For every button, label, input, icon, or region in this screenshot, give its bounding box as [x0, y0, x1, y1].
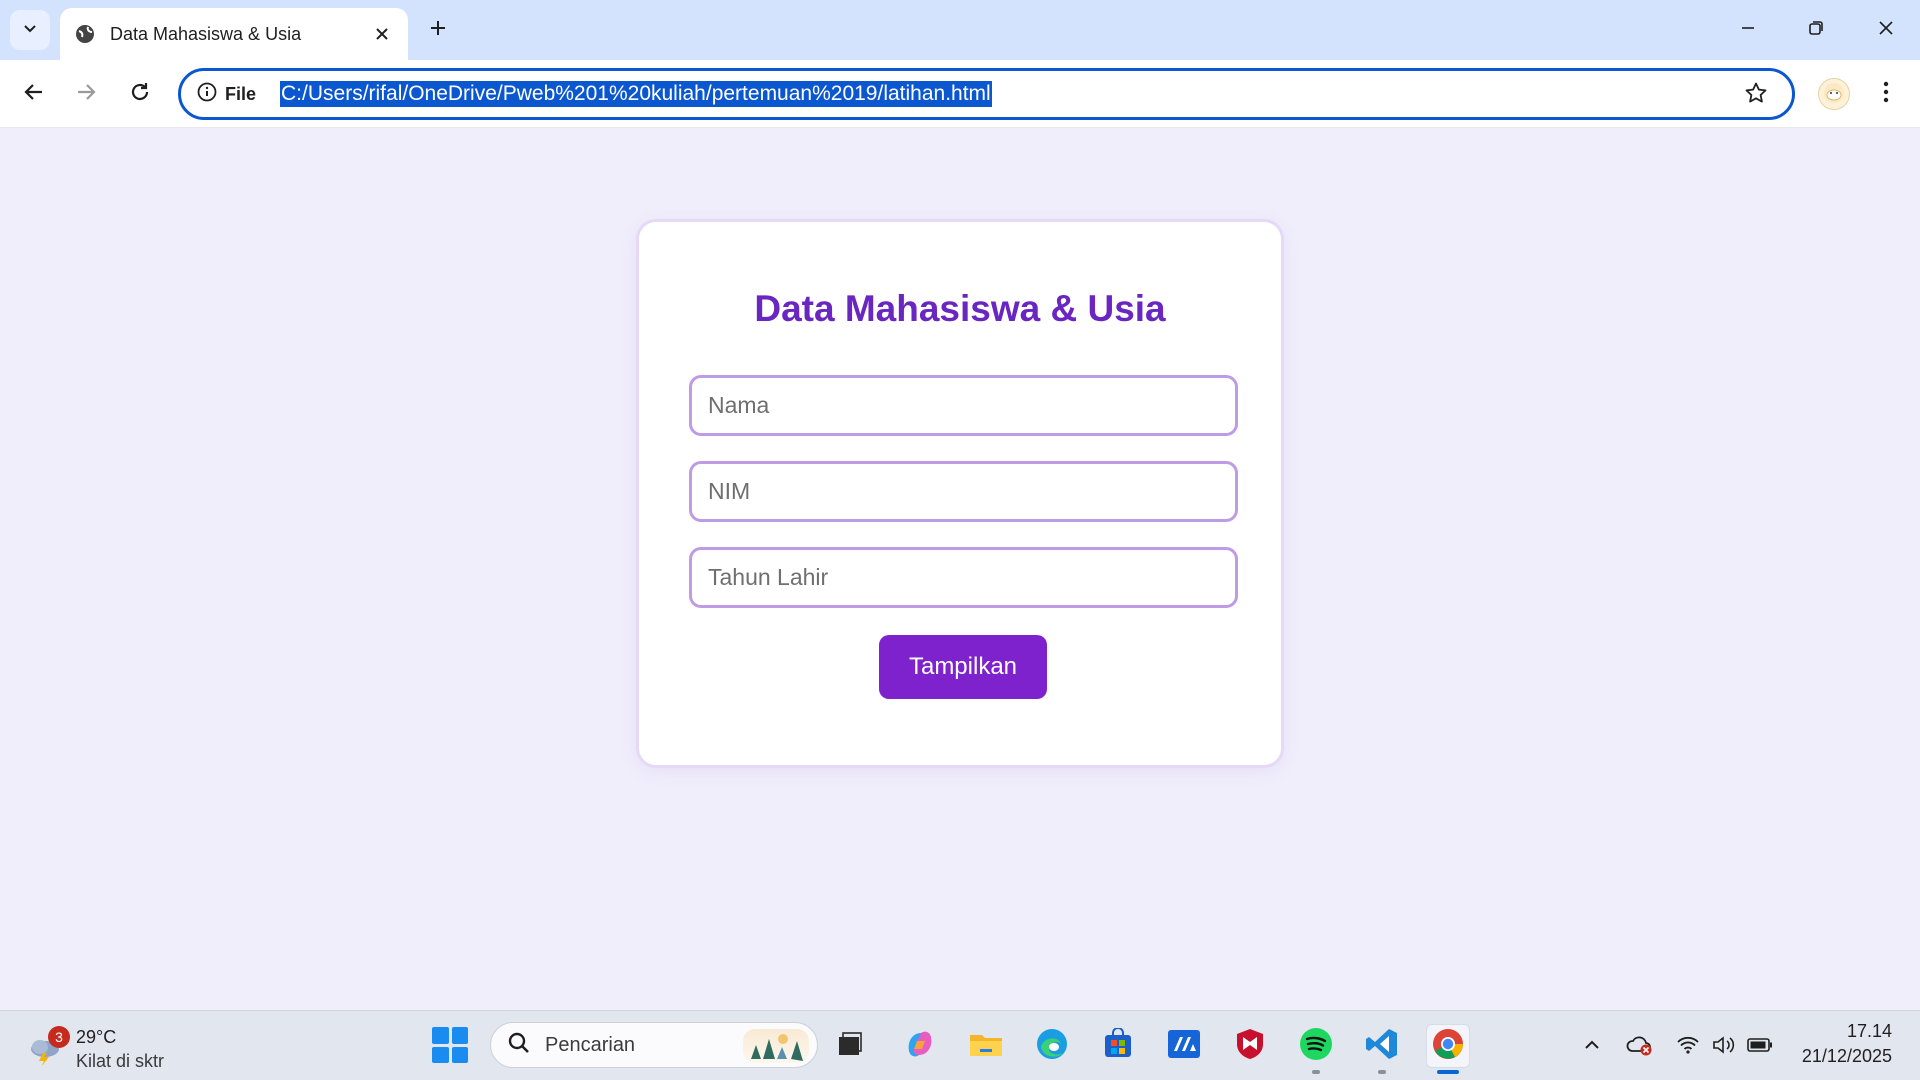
vscode-button[interactable]: [1360, 1024, 1404, 1074]
browser-toolbar: File C:/Users/rifal/OneDrive/Pweb%201%20…: [0, 60, 1920, 128]
nim-input[interactable]: [689, 461, 1238, 522]
search-placeholder: Pencarian: [545, 1033, 636, 1056]
volume-button[interactable]: [1710, 1033, 1738, 1061]
spotify-icon: [1299, 1027, 1333, 1066]
more-vertical-icon: [1883, 81, 1889, 108]
form-card: Data Mahasiswa & Usia Tampilkan: [636, 219, 1284, 768]
browser-menu-button[interactable]: [1870, 74, 1902, 114]
tab-active[interactable]: Data Mahasiswa & Usia: [60, 8, 408, 60]
back-button[interactable]: [14, 74, 54, 114]
edge-icon: [1035, 1027, 1069, 1066]
edge-button[interactable]: [1030, 1024, 1074, 1068]
mobile-app-button[interactable]: [1162, 1024, 1206, 1068]
copilot-icon: [903, 1029, 937, 1064]
new-tab-button[interactable]: [422, 14, 454, 46]
windows-logo-pane: [451, 1027, 468, 1044]
weather-description: Kilat di sktr: [76, 1051, 165, 1071]
star-icon: [1744, 81, 1768, 110]
weather-temperature: 29°C: [76, 1027, 117, 1047]
arrow-left-icon: [23, 81, 45, 108]
tampilkan-button[interactable]: Tampilkan: [879, 635, 1047, 699]
nama-input[interactable]: [689, 375, 1238, 436]
spotify-button[interactable]: [1294, 1024, 1338, 1074]
active-indicator: [1437, 1070, 1459, 1074]
close-icon: [1878, 20, 1894, 41]
arrow-right-icon: [75, 81, 97, 108]
file-explorer-button[interactable]: [964, 1024, 1008, 1068]
bookmark-button[interactable]: [1742, 81, 1770, 109]
battery-button[interactable]: [1746, 1033, 1774, 1061]
tab-title: Data Mahasiswa & Usia: [110, 23, 302, 44]
chrome-button[interactable]: [1426, 1024, 1470, 1074]
search-highlight-image: [743, 1029, 809, 1063]
minimize-icon: [1740, 20, 1756, 41]
site-info-label: File: [225, 83, 257, 104]
weather-widget[interactable]: 3 29°C Kilat di sktr: [22, 1017, 182, 1073]
search-icon: [507, 1031, 531, 1060]
avatar-icon: [1823, 82, 1845, 107]
windows-logo-icon: [432, 1027, 449, 1044]
clock-time: 17.14: [1846, 1021, 1892, 1041]
shield-icon: [1234, 1027, 1266, 1066]
folder-icon: [968, 1029, 1004, 1064]
clock-date: 21/12/2025: [1801, 1046, 1892, 1066]
battery-icon: [1747, 1037, 1773, 1058]
weather-badge: 3: [48, 1026, 70, 1048]
windows-logo-pane: [451, 1046, 468, 1063]
chevron-down-icon: [22, 20, 38, 41]
forward-button[interactable]: [66, 74, 106, 114]
wifi-button[interactable]: [1674, 1033, 1702, 1061]
reload-icon: [129, 81, 151, 108]
chrome-icon: [1431, 1027, 1465, 1066]
reload-button[interactable]: [120, 74, 160, 114]
site-info-button[interactable]: File: [197, 78, 256, 110]
speaker-icon: [1712, 1035, 1736, 1060]
globe-icon: [74, 23, 96, 45]
running-indicator: [1378, 1070, 1386, 1074]
mcafee-button[interactable]: [1228, 1024, 1272, 1068]
running-indicator: [1312, 1070, 1320, 1074]
address-bar[interactable]: File C:/Users/rifal/OneDrive/Pweb%201%20…: [178, 68, 1795, 120]
store-icon: [1102, 1026, 1134, 1065]
tab-strip: Data Mahasiswa & Usia: [0, 0, 1920, 60]
taskbar: 3 29°C Kilat di sktr Pencarian 17.14 21/…: [0, 1010, 1920, 1080]
task-view-icon: [835, 1029, 865, 1064]
microsoft-store-button[interactable]: [1096, 1024, 1140, 1068]
tahun-lahir-input[interactable]: [689, 547, 1238, 608]
ma-app-icon: [1167, 1029, 1201, 1064]
show-hidden-icons-button[interactable]: [1578, 1033, 1606, 1061]
close-window-button[interactable]: [1862, 10, 1910, 50]
taskbar-search[interactable]: Pencarian: [490, 1022, 818, 1068]
restore-button[interactable]: [1792, 10, 1840, 50]
start-button[interactable]: [432, 1027, 468, 1063]
tab-search-button[interactable]: [10, 10, 50, 50]
page-title: Data Mahasiswa & Usia: [754, 288, 1166, 329]
close-tab-icon[interactable]: [370, 22, 394, 46]
info-icon: [197, 82, 217, 107]
clock[interactable]: 17.14 21/12/2025: [1780, 1021, 1892, 1067]
chevron-up-icon: [1583, 1036, 1601, 1059]
windows-logo-pane: [432, 1046, 449, 1063]
onedrive-status-button[interactable]: [1626, 1033, 1654, 1061]
task-view-button[interactable]: [828, 1024, 872, 1068]
url-text[interactable]: C:/Users/rifal/OneDrive/Pweb%201%20kulia…: [280, 81, 992, 107]
profile-avatar[interactable]: [1818, 78, 1850, 110]
wifi-icon: [1676, 1035, 1700, 1060]
minimize-button[interactable]: [1724, 10, 1772, 50]
vscode-icon: [1365, 1027, 1399, 1066]
plus-icon: [429, 19, 447, 42]
cloud-error-icon: [1626, 1033, 1654, 1062]
copilot-button[interactable]: [898, 1024, 942, 1068]
restore-icon: [1808, 20, 1824, 41]
